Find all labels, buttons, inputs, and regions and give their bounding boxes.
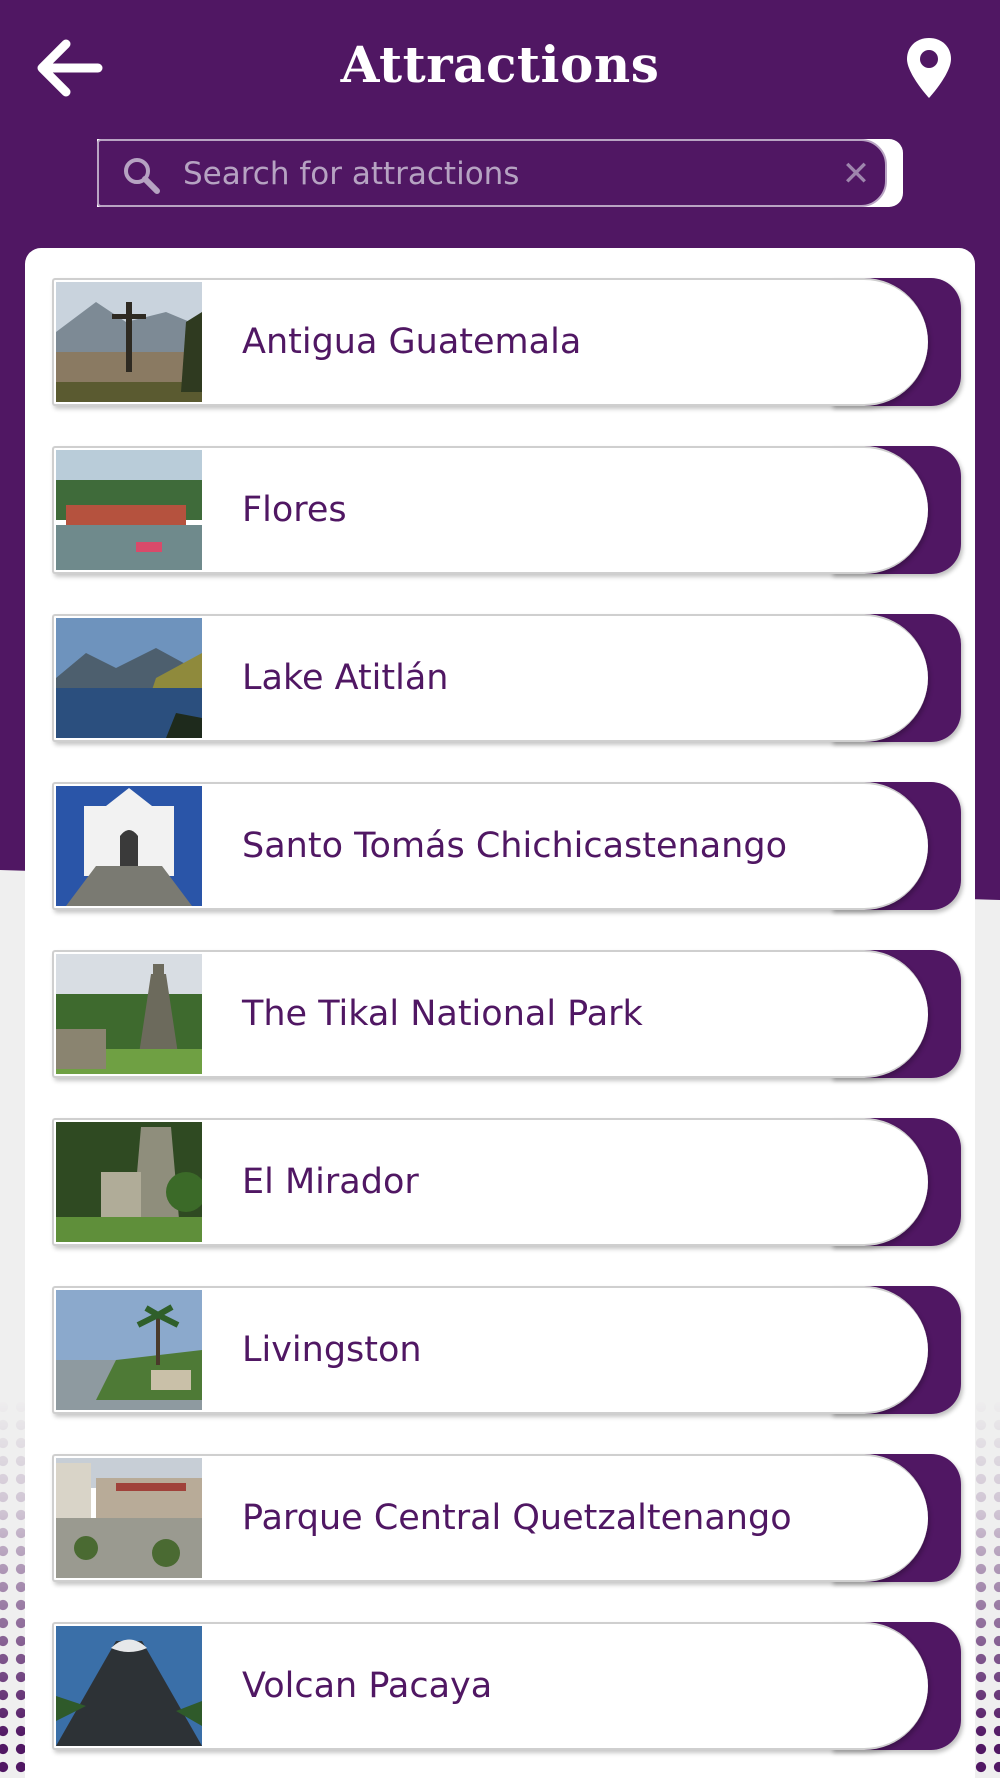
attraction-name: Santo Tomás Chichicastenango [242,826,787,866]
attraction-name: Lake Atitlán [242,658,449,698]
attraction-name: Antigua Guatemala [242,322,582,362]
app-header: Attractions [0,0,1000,135]
close-icon[interactable]: ✕ [836,154,876,194]
search-input[interactable] [183,151,803,197]
list-item[interactable]: Livingston [52,1286,961,1414]
attraction-name: Livingston [242,1330,422,1370]
church-photo [56,786,202,906]
mirador-photo [56,1122,202,1242]
tikal-photo [56,954,202,1074]
attraction-name: Parque Central Quetzaltenango [242,1498,792,1538]
lake-photo [56,618,202,738]
plaza-photo [56,1458,202,1578]
map-button[interactable] [904,36,954,100]
attraction-name: Flores [242,490,347,530]
list-item[interactable]: El Mirador [52,1118,961,1246]
list-item[interactable]: Parque Central Quetzaltenango [52,1454,961,1582]
map-pin-icon [907,38,951,98]
list-item[interactable]: Volcan Pacaya [52,1622,961,1750]
search-icon [124,158,160,194]
volcano-photo [56,1626,202,1746]
attractions-list: Antigua Guatemala Flores Lake Atitlán Sa… [52,278,962,1778]
list-item[interactable]: Lake Atitlán [52,614,961,742]
page-title: Attractions [340,35,660,94]
attraction-name: The Tikal National Park [242,994,643,1034]
antigua-photo [56,282,202,402]
flores-photo [56,450,202,570]
attraction-name: El Mirador [242,1162,419,1202]
list-item[interactable]: Antigua Guatemala [52,278,961,406]
search-bar: ✕ [97,139,903,207]
list-item[interactable]: The Tikal National Park [52,950,961,1078]
attractions-panel: Antigua Guatemala Flores Lake Atitlán Sa… [25,248,975,1778]
livingston-photo [56,1290,202,1410]
attraction-name: Volcan Pacaya [242,1666,493,1706]
search-field-container: ✕ [97,139,887,207]
list-item[interactable]: Flores [52,446,961,574]
list-item[interactable]: Santo Tomás Chichicastenango [52,782,961,910]
